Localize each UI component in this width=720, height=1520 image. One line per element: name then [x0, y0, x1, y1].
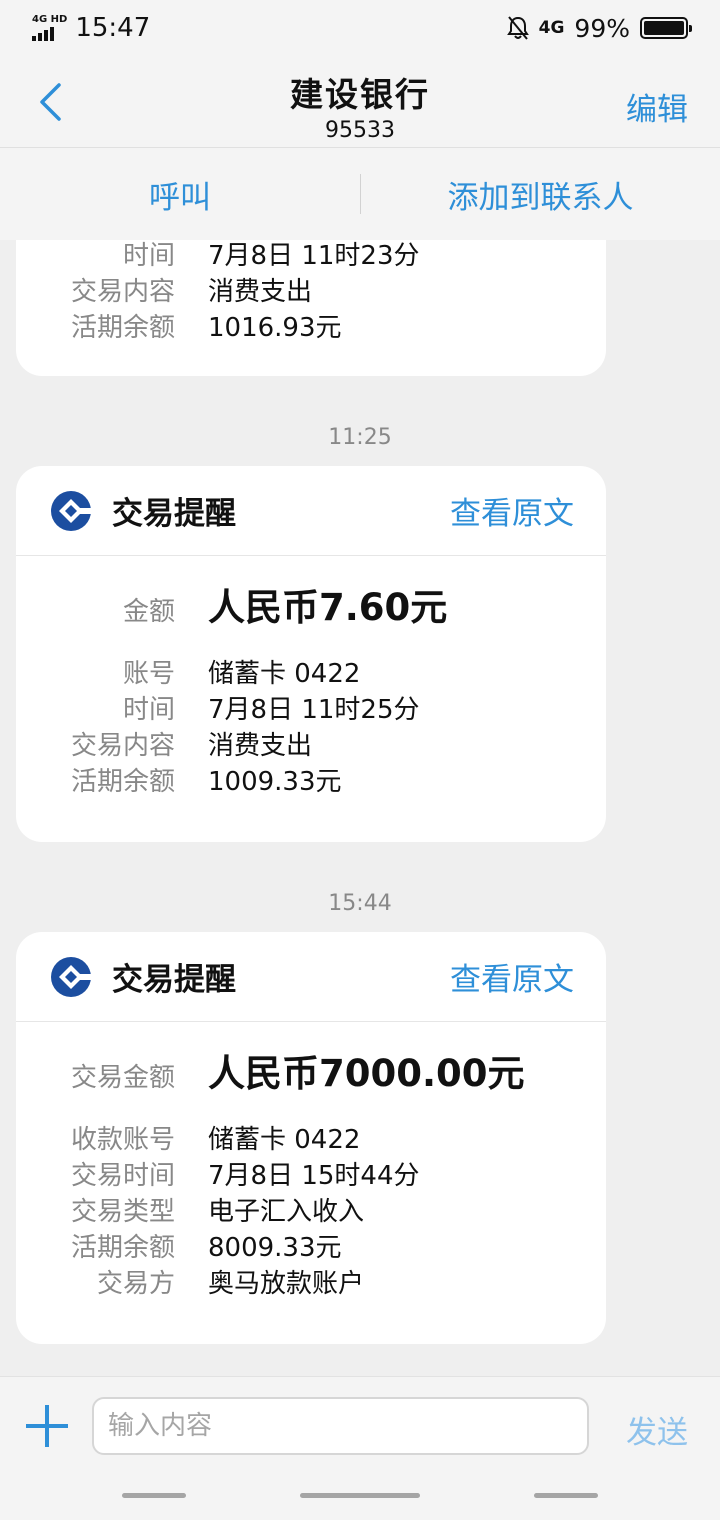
detail-row: 时间 7月8日 11时25分	[16, 692, 606, 728]
detail-row: 账号 储蓄卡 0422	[16, 656, 606, 692]
action-bar: 呼叫 添加到联系人	[0, 148, 720, 240]
message-card[interactable]: 时间 7月8日 11时23分 交易内容 消费支出 活期余额 1016.93元	[16, 240, 606, 376]
detail-row: 活期余额 1016.93元	[16, 310, 606, 346]
detail-value: 消费支出	[208, 277, 313, 307]
detail-value: 储蓄卡 0422	[208, 659, 361, 689]
ccb-logo-icon	[51, 956, 92, 997]
detail-label: 交易内容	[70, 731, 175, 761]
card-header: 交易提醒 查看原文	[16, 466, 606, 556]
nav-home-handle[interactable]	[300, 1493, 420, 1498]
amount-value: 人民币7.60元	[208, 586, 448, 629]
call-button[interactable]: 呼叫	[0, 172, 360, 217]
message-card[interactable]: 交易提醒 查看原文 金额 人民币7.60元 账号 储蓄卡 0422 时间 7月8日 1…	[16, 466, 606, 842]
add-to-contacts-button[interactable]: 添加到联系人	[361, 172, 720, 217]
detail-row: 交易方 奥马放款账户	[16, 1266, 606, 1302]
detail-row: 收款账号 储蓄卡 0422	[16, 1122, 606, 1158]
card-title: 交易提醒	[112, 962, 236, 998]
detail-value: 1009.33元	[208, 767, 342, 797]
conversation-header: 建设银行 95533 编辑	[0, 56, 720, 148]
detail-value: 7月8日 11时25分	[208, 695, 420, 725]
view-original-link[interactable]: 查看原文	[450, 488, 574, 533]
detail-value: 电子汇入收入	[208, 1197, 365, 1227]
detail-value: 7月8日 11时23分	[208, 241, 420, 271]
nav-back-handle[interactable]	[534, 1493, 598, 1498]
plus-icon[interactable]	[26, 1405, 68, 1447]
mute-bell-icon	[506, 16, 529, 40]
detail-value: 奥马放款账户	[208, 1269, 365, 1299]
signal-icon: 4G HD	[32, 15, 67, 41]
contact-name: 建设银行	[290, 75, 430, 114]
card-header: 交易提醒 查看原文	[16, 932, 606, 1022]
network-type-label: 4G HD	[32, 14, 68, 25]
detail-row: 交易类型 电子汇入收入	[16, 1194, 606, 1230]
detail-label: 时间	[122, 241, 175, 271]
detail-value: 储蓄卡 0422	[208, 1125, 361, 1155]
status-bar: 4G HD 15:47 4G 99%	[0, 0, 720, 56]
detail-label: 时间	[122, 695, 175, 725]
ccb-logo-icon	[51, 490, 92, 531]
message-input[interactable]	[92, 1397, 589, 1455]
amount-row: 金额 人民币7.60元	[16, 582, 606, 638]
view-original-link[interactable]: 查看原文	[450, 954, 574, 999]
detail-row: 交易内容 消费支出	[16, 274, 606, 310]
detail-row: 活期余额 8009.33元	[16, 1230, 606, 1266]
card-title: 交易提醒	[112, 496, 236, 532]
detail-row: 交易内容 消费支出	[16, 728, 606, 764]
mobile-data-label: 4G	[538, 18, 565, 38]
amount-label: 金额	[122, 597, 175, 627]
status-time: 15:47	[75, 13, 151, 43]
detail-label: 交易时间	[70, 1161, 175, 1191]
message-timestamp: 11:25	[328, 425, 392, 450]
detail-value: 1016.93元	[208, 313, 342, 343]
nav-menu-handle[interactable]	[122, 1493, 186, 1498]
detail-row: 交易时间 7月8日 15时44分	[16, 1158, 606, 1194]
detail-label: 交易内容	[70, 277, 175, 307]
detail-label: 交易类型	[70, 1197, 175, 1227]
amount-value: 人民币7000.00元	[208, 1052, 525, 1095]
amount-label: 交易金额	[70, 1063, 175, 1093]
battery-percent: 99%	[574, 13, 630, 43]
detail-label: 活期余额	[70, 313, 175, 343]
detail-label: 活期余额	[70, 1233, 175, 1263]
battery-icon	[640, 17, 692, 39]
message-card[interactable]: 交易提醒 查看原文 交易金额 人民币7000.00元 收款账号 储蓄卡 0422 交…	[16, 932, 606, 1344]
detail-row: 活期余额 1009.33元	[16, 764, 606, 800]
message-timestamp: 15:44	[328, 891, 392, 916]
amount-row: 交易金额 人民币7000.00元	[16, 1048, 606, 1104]
detail-label: 交易方	[96, 1269, 175, 1299]
edit-button[interactable]: 编辑	[626, 84, 688, 129]
detail-label: 账号	[122, 659, 175, 689]
contact-number: 95533	[325, 118, 395, 143]
detail-value: 消费支出	[208, 731, 313, 761]
detail-value: 7月8日 15时44分	[208, 1161, 420, 1191]
compose-bar: 发送	[0, 1376, 720, 1520]
message-list[interactable]: 时间 7月8日 11时23分 交易内容 消费支出 活期余额 1016.93元 11:2…	[0, 240, 720, 1376]
detail-label: 活期余额	[70, 767, 175, 797]
detail-value: 8009.33元	[208, 1233, 342, 1263]
detail-row: 时间 7月8日 11时23分	[16, 240, 606, 274]
detail-label: 收款账号	[70, 1125, 175, 1155]
send-button[interactable]: 发送	[626, 1407, 688, 1452]
